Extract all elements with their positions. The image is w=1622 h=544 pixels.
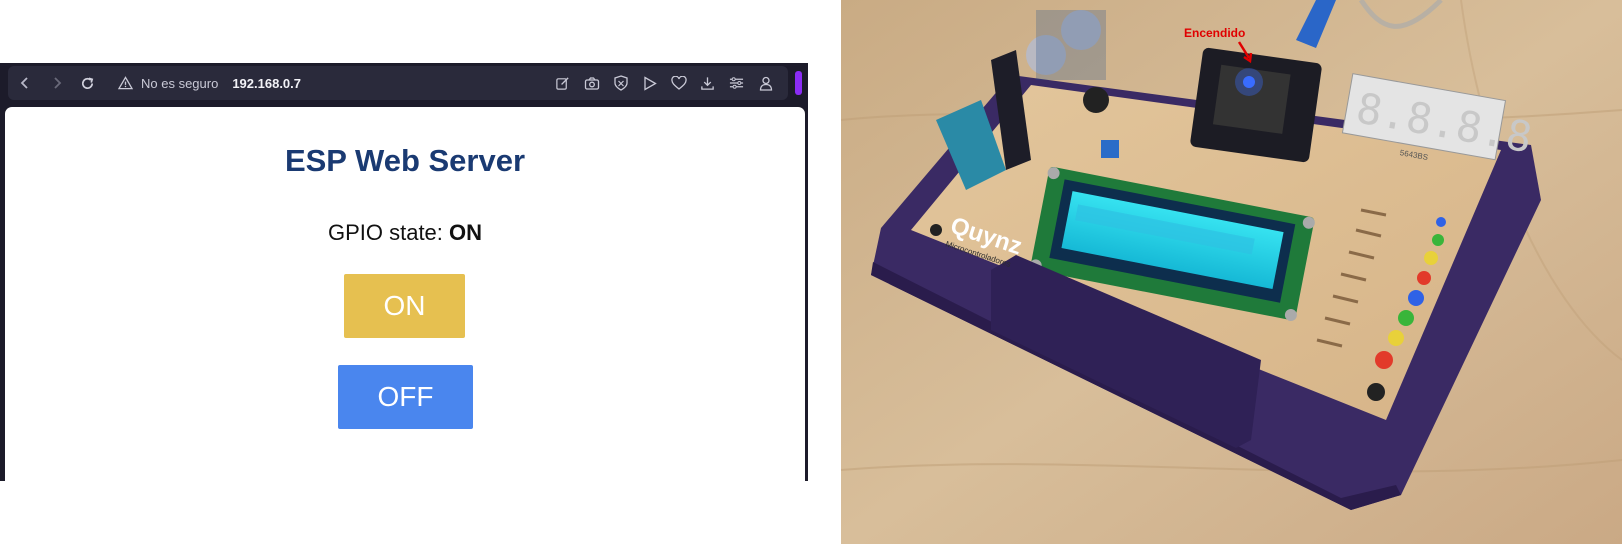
page-title: ESP Web Server: [284, 143, 526, 178]
gpio-status: GPIO state: ON: [5, 220, 805, 246]
sidebar-indicator: [795, 71, 802, 95]
shield-icon[interactable]: [612, 75, 629, 92]
back-button[interactable]: [10, 66, 40, 100]
chevron-right-icon: [54, 77, 62, 89]
on-button[interactable]: ON: [344, 274, 465, 338]
address-bar[interactable]: No es seguro 192.168.0.7: [118, 66, 301, 100]
page-viewport: ESP Web Server GPIO state: ON ON OFF: [5, 107, 805, 481]
forward-button[interactable]: [42, 66, 72, 100]
security-label[interactable]: No es seguro: [141, 76, 218, 91]
reload-button[interactable]: [72, 66, 102, 100]
toolbar-icons: [554, 66, 774, 100]
play-icon[interactable]: [641, 75, 658, 92]
reload-icon: [81, 77, 93, 89]
chevron-left-icon: [20, 77, 28, 89]
heart-icon[interactable]: [670, 75, 687, 92]
annotation-label: Encendido: [1184, 26, 1245, 40]
browser-window: No es seguro 192.168.0.7 ESP Web Server …: [0, 63, 808, 481]
download-icon[interactable]: [699, 75, 716, 92]
url-text[interactable]: 192.168.0.7: [232, 76, 301, 91]
warning-icon: [118, 76, 133, 90]
board-photo: Encendido 8.8.8.8 5643BS Quynz Microcont…: [841, 0, 1622, 544]
profile-icon[interactable]: [757, 75, 774, 92]
off-button[interactable]: OFF: [338, 365, 473, 429]
edit-icon[interactable]: [554, 75, 571, 92]
browser-toolbar: No es seguro 192.168.0.7: [8, 66, 788, 100]
gpio-label: GPIO state:: [327, 220, 450, 245]
gpio-state-value: ON: [449, 220, 483, 245]
photo-illustration: Encendido 8.8.8.8 5643BS Quynz Microcont…: [841, 0, 1622, 544]
menu-icon[interactable]: [728, 75, 745, 92]
camera-icon[interactable]: [583, 75, 600, 92]
